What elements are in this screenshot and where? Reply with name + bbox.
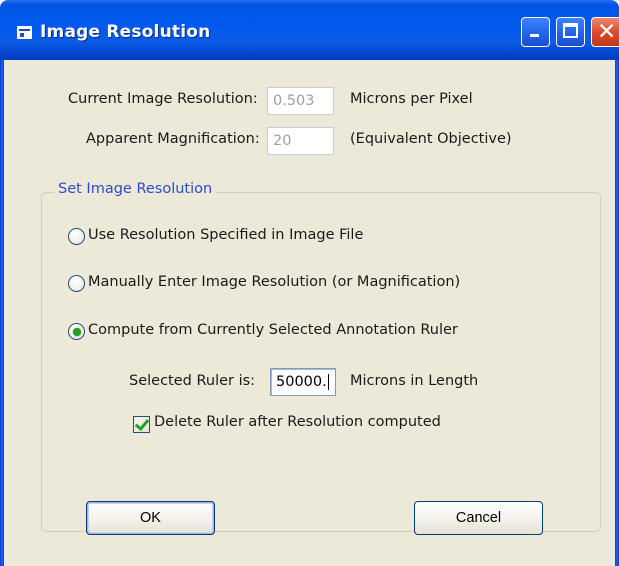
current-resolution-field: 0.503 [267, 87, 334, 115]
apparent-magnification-field: 20 [267, 127, 334, 155]
image-resolution-dialog: Image Resolution ✕ Current Image Resolut… [0, 0, 619, 566]
ok-button[interactable]: OK [86, 501, 215, 535]
close-icon: ✕ [597, 19, 617, 45]
set-resolution-group [41, 192, 601, 532]
maximize-button[interactable] [556, 17, 585, 47]
text-caret [327, 374, 329, 390]
maximize-icon [563, 23, 578, 38]
close-button[interactable]: ✕ [591, 17, 619, 47]
ruler-length-value: 50000. [276, 374, 327, 390]
delete-ruler-checkbox[interactable] [133, 416, 150, 433]
current-resolution-label: Current Image Resolution: [68, 91, 258, 107]
radio-compute-from-ruler[interactable] [68, 323, 85, 340]
selected-ruler-label: Selected Ruler is: [129, 373, 256, 389]
radio-manual-resolution[interactable] [68, 275, 85, 292]
ruler-length-unit: Microns in Length [350, 373, 479, 389]
option-use-file-resolution-label[interactable]: Use Resolution Specified in Image File [88, 227, 363, 243]
ruler-length-field[interactable]: 50000. [270, 368, 336, 396]
cancel-button[interactable]: Cancel [414, 501, 543, 535]
current-resolution-unit: Microns per Pixel [350, 91, 473, 107]
delete-ruler-label[interactable]: Delete Ruler after Resolution computed [154, 414, 441, 430]
apparent-magnification-label: Apparent Magnification: [86, 131, 260, 147]
window-title: Image Resolution [40, 22, 211, 42]
app-icon [17, 26, 32, 39]
radio-use-file-resolution[interactable] [68, 228, 85, 245]
dialog-body: Current Image Resolution: 0.503 Microns … [4, 60, 615, 566]
apparent-magnification-unit: (Equivalent Objective) [350, 131, 512, 147]
window-frame-right [615, 60, 619, 566]
option-manual-resolution-label[interactable]: Manually Enter Image Resolution (or Magn… [88, 274, 460, 290]
title-bar[interactable]: Image Resolution ✕ [0, 0, 619, 60]
minimize-button[interactable] [521, 17, 550, 47]
option-compute-from-ruler-label[interactable]: Compute from Currently Selected Annotati… [88, 322, 458, 338]
minimize-icon [530, 34, 539, 37]
group-title: Set Image Resolution [54, 181, 217, 197]
